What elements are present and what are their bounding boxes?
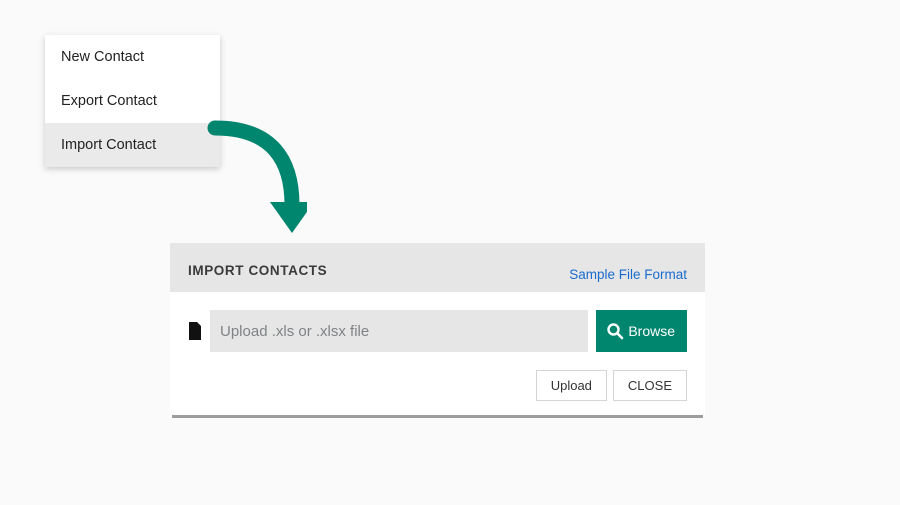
menu-item-import-contact[interactable]: Import Contact <box>45 123 220 167</box>
close-button[interactable]: CLOSE <box>613 370 687 401</box>
dialog-footer: Upload CLOSE <box>170 366 705 415</box>
dialog-bottom-divider <box>172 415 703 418</box>
file-icon <box>188 322 202 340</box>
import-contacts-dialog: IMPORT CONTACTS Sample File Format Brows… <box>170 243 705 418</box>
browse-button[interactable]: Browse <box>596 310 687 352</box>
search-icon <box>606 322 624 340</box>
dialog-header: IMPORT CONTACTS Sample File Format <box>170 243 705 292</box>
menu-item-label: New Contact <box>61 49 144 65</box>
menu-item-label: Import Contact <box>61 137 156 153</box>
contacts-menu: New Contact Export Contact Import Contac… <box>45 35 220 167</box>
file-upload-input[interactable] <box>210 310 588 352</box>
upload-button[interactable]: Upload <box>536 370 607 401</box>
browse-button-label: Browse <box>628 323 675 339</box>
menu-item-export-contact[interactable]: Export Contact <box>45 79 220 123</box>
menu-item-label: Export Contact <box>61 93 157 109</box>
sample-file-format-link[interactable]: Sample File Format <box>569 267 687 282</box>
arrow-icon <box>207 120 307 235</box>
menu-item-new-contact[interactable]: New Contact <box>45 35 220 79</box>
dialog-body: Browse <box>170 292 705 366</box>
